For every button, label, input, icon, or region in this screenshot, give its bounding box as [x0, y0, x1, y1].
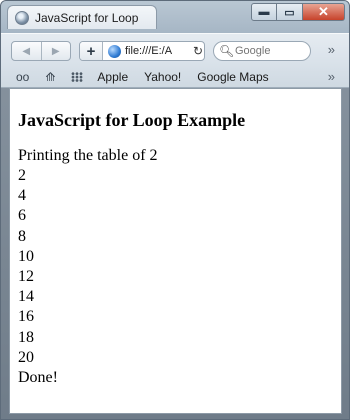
- number-item: 14: [18, 288, 34, 306]
- navigation-toolbar: ◀ ▶ + file:///E:/A ↻ 🔍︎ »: [1, 33, 349, 68]
- number-item: 8: [18, 227, 26, 245]
- bookmarks-icon[interactable]: ⟰: [45, 70, 55, 84]
- done-text: Done!: [18, 369, 58, 387]
- forward-button[interactable]: ▶: [42, 42, 71, 60]
- nav-buttons: ◀ ▶: [11, 41, 71, 61]
- new-tab-button[interactable]: +: [80, 42, 103, 60]
- reading-list-icon[interactable]: oo: [16, 70, 29, 84]
- number-item: 10: [18, 247, 34, 265]
- number-item: 18: [18, 328, 34, 346]
- browser-window: JavaScript for Loop ▬ ▭ ✕ ◀ ▶ + file:///…: [0, 0, 350, 420]
- search-input[interactable]: [235, 45, 305, 57]
- number-item: 6: [18, 207, 26, 225]
- top-sites-grid-icon[interactable]: [71, 72, 84, 82]
- number-item: 16: [18, 308, 34, 326]
- number-item: 4: [18, 187, 26, 205]
- bookmarks-bar: oo ⟰ Apple Yahoo! Google Maps »: [1, 67, 349, 88]
- page-heading: JavaScript for Loop Example: [18, 110, 246, 130]
- window-controls: ▬ ▭ ✕: [251, 3, 345, 21]
- globe-icon: [108, 44, 121, 58]
- bookmark-apple[interactable]: Apple: [97, 70, 128, 84]
- tab-title: JavaScript for Loop: [35, 10, 139, 25]
- url-text[interactable]: file:///E:/A: [125, 45, 191, 57]
- page-content: JavaScript for Loop Example Printing the…: [9, 88, 342, 414]
- search-box[interactable]: 🔍︎: [213, 41, 311, 61]
- close-button[interactable]: ✕: [303, 3, 345, 21]
- intro-text: Printing the table of 2: [18, 147, 158, 164]
- reload-button[interactable]: ↻: [193, 44, 203, 58]
- toolbar-overflow-icon[interactable]: »: [328, 42, 335, 57]
- number-item: 20: [18, 348, 34, 366]
- page-icon: [15, 10, 29, 25]
- tab-active[interactable]: JavaScript for Loop: [7, 5, 157, 29]
- address-bar[interactable]: + file:///E:/A ↻: [79, 41, 205, 61]
- bookmarks-overflow-icon[interactable]: »: [328, 69, 335, 84]
- back-button[interactable]: ◀: [12, 42, 42, 60]
- number-item: 2: [18, 167, 26, 184]
- number-list: 2 4 6 8 10 12 14 16 18 20: [18, 166, 341, 368]
- maximize-button[interactable]: ▭: [277, 3, 303, 21]
- bookmark-yahoo[interactable]: Yahoo!: [144, 70, 181, 84]
- bookmark-google-maps[interactable]: Google Maps: [197, 70, 268, 84]
- title-bar: JavaScript for Loop ▬ ▭ ✕: [1, 1, 349, 33]
- search-icon[interactable]: 🔍︎: [219, 44, 235, 58]
- number-item: 12: [18, 268, 34, 286]
- minimize-button[interactable]: ▬: [251, 3, 277, 21]
